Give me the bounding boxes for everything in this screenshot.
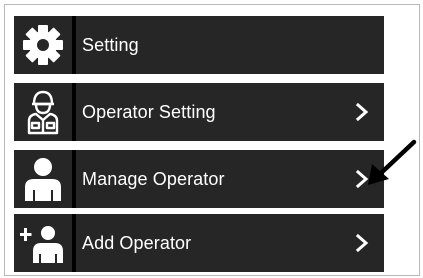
menu-item-label: Setting — [82, 34, 139, 55]
operator-vest-icon — [14, 83, 72, 141]
chevron-right-icon — [340, 83, 384, 141]
person-icon — [14, 150, 72, 208]
gear-icon — [14, 16, 72, 74]
chevron-right-icon — [340, 214, 384, 272]
menu-item-setting[interactable]: Setting — [14, 16, 384, 74]
menu-item-add-operator[interactable]: Add Operator — [14, 214, 384, 272]
menu-item-label: Manage Operator — [82, 168, 225, 189]
menu-item-operator-setting[interactable]: Operator Setting — [14, 83, 384, 141]
menu-item-manage-operator[interactable]: Manage Operator — [14, 150, 384, 208]
menu-item-label: Add Operator — [82, 232, 192, 253]
pointer-arrow-icon — [366, 138, 420, 193]
add-person-icon — [14, 214, 72, 272]
menu-item-label: Operator Setting — [82, 101, 216, 122]
